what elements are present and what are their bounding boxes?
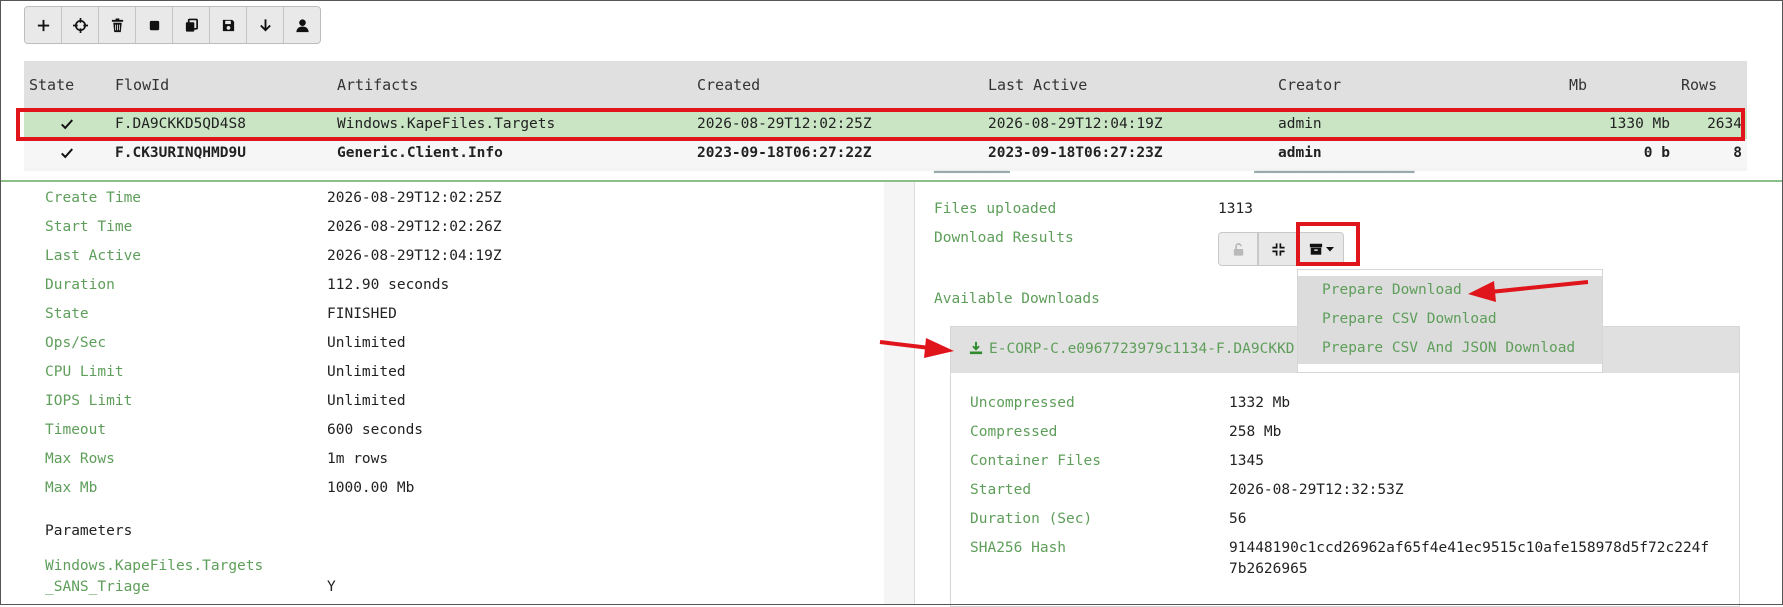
state-check-icon	[60, 146, 74, 164]
table-row[interactable]: F.CK3URINQHMD9U Generic.Client.Info 2023…	[24, 140, 1747, 168]
crosshair-icon	[72, 17, 88, 33]
selected-row-highlight	[16, 108, 1745, 141]
flow-id[interactable]: F.CK3URINQHMD9U	[115, 145, 246, 161]
sha256-label: SHA256 Hash	[970, 540, 1067, 556]
timeout-value: 600 seconds	[327, 422, 424, 438]
column-header-last-active[interactable]: Last Active	[988, 76, 1087, 94]
container-files-value: 1345	[1229, 453, 1264, 469]
flow-artifacts: Generic.Client.Info	[337, 145, 503, 161]
container-files-label: Container Files	[970, 453, 1101, 469]
download-file-link[interactable]: E-CORP-C.e0967723979c1134-F.DA9CKKD	[969, 341, 1295, 357]
uncompressed-label: Uncompressed	[970, 395, 1075, 411]
duration-sec-value: 56	[1229, 511, 1247, 527]
dropdown-button-highlight	[1296, 222, 1360, 266]
parameter-name: _SANS_Triage	[45, 579, 150, 595]
unlock-icon	[1233, 242, 1243, 256]
split-divider[interactable]	[0, 180, 1783, 182]
compress-button[interactable]	[1258, 232, 1298, 266]
ops-label: Ops/Sec	[45, 335, 107, 351]
password-lock-button[interactable]	[1218, 232, 1258, 266]
flow-mb: 0 b	[1643, 145, 1670, 161]
max-mb-value: 1000.00 Mb	[327, 480, 415, 496]
state-label: State	[45, 306, 89, 322]
create-time-label: Create Time	[45, 190, 142, 206]
started-value: 2026-08-29T12:32:53Z	[1229, 482, 1404, 498]
table-header: State FlowId Artifacts Created Last Acti…	[24, 61, 1747, 111]
uncompressed-value: 1332 Mb	[1229, 395, 1291, 411]
column-header-created[interactable]: Created	[697, 76, 760, 94]
duration-value: 112.90 seconds	[327, 277, 450, 293]
flow-creator: admin	[1278, 145, 1322, 161]
column-header-rows[interactable]: Rows	[1681, 76, 1717, 94]
timeout-label: Timeout	[45, 422, 107, 438]
compressed-value: 258 Mb	[1229, 424, 1282, 440]
copy-icon	[185, 18, 198, 32]
cpu-limit-value: Unlimited	[327, 364, 406, 380]
last-active-value: 2026-08-29T12:04:19Z	[327, 248, 502, 264]
parameters-title: Parameters	[45, 523, 133, 539]
flow-toolbar	[24, 6, 321, 44]
duration-sec-label: Duration (Sec)	[970, 511, 1093, 527]
iops-limit-value: Unlimited	[327, 393, 406, 409]
copy-button[interactable]	[173, 7, 210, 43]
compressed-label: Compressed	[970, 424, 1058, 440]
trash-icon	[111, 17, 123, 32]
iops-limit-label: IOPS Limit	[45, 393, 133, 409]
started-label: Started	[970, 482, 1032, 498]
flow-overview-panel	[0, 182, 885, 605]
column-header-mb[interactable]: Mb	[1569, 76, 1587, 94]
sha256-value-line2: 7b2626965	[1229, 561, 1308, 577]
compress-icon	[1271, 242, 1285, 256]
download-file-name: E-CORP-C.e0967723979c1134-F.DA9CKKD	[989, 341, 1295, 357]
download-button[interactable]	[247, 7, 284, 43]
stop-button[interactable]	[136, 7, 173, 43]
column-header-creator[interactable]: Creator	[1278, 76, 1341, 94]
start-time-value: 2026-08-29T12:02:26Z	[327, 219, 502, 235]
duration-label: Duration	[45, 277, 115, 293]
parameter-artifact-name: Windows.KapeFiles.Targets	[45, 558, 264, 574]
annotation-arrow-download-file	[879, 338, 954, 358]
cpu-limit-label: CPU Limit	[45, 364, 124, 380]
state-value: FINISHED	[327, 306, 397, 322]
files-uploaded-label: Files uploaded	[934, 201, 1057, 217]
uploaded-bytes-row-cutoff: ▔▔▔▔▔▔▔▔▔ ▔▔▔▔▔▔▔▔▔▔▔▔▔▔▔▔▔▔▔	[934, 172, 1415, 188]
ops-value: Unlimited	[327, 335, 406, 351]
column-header-artifacts[interactable]: Artifacts	[337, 76, 418, 94]
crosshair-button[interactable]	[62, 7, 99, 43]
menu-item-prepare-csv-download[interactable]: Prepare CSV Download	[1322, 311, 1497, 327]
last-active-label: Last Active	[45, 248, 142, 264]
available-downloads-label: Available Downloads	[934, 291, 1100, 307]
files-uploaded-value: 1313	[1218, 201, 1253, 217]
annotation-arrow-prepare-download	[1468, 280, 1589, 302]
menu-item-prepare-download[interactable]: Prepare Download	[1322, 282, 1462, 298]
flow-last-active: 2023-09-18T06:27:23Z	[988, 145, 1163, 161]
download-results-label: Download Results	[934, 230, 1074, 246]
menu-item-prepare-csv-json-download[interactable]: Prepare CSV And JSON Download	[1322, 340, 1575, 356]
save-icon	[222, 19, 234, 31]
create-time-value: 2026-08-29T12:02:25Z	[327, 190, 502, 206]
download-arrow-icon	[259, 18, 271, 32]
new-collection-button[interactable]	[25, 7, 62, 43]
max-mb-label: Max Mb	[45, 480, 98, 496]
sha256-value-line1: 91448190c1ccd26962af65f4e41ec9515c10afe1…	[1229, 540, 1710, 556]
column-header-flowid[interactable]: FlowId	[115, 76, 169, 94]
add-icon	[37, 19, 49, 31]
flow-rows: 8	[1733, 145, 1742, 161]
start-time-label: Start Time	[45, 219, 133, 235]
max-rows-label: Max Rows	[45, 451, 115, 467]
user-button[interactable]	[284, 7, 320, 43]
parameter-value: Y	[327, 579, 336, 595]
save-button[interactable]	[210, 7, 247, 43]
delete-button[interactable]	[99, 7, 136, 43]
panel-gap	[884, 182, 914, 605]
stop-icon	[149, 20, 159, 30]
max-rows-value: 1m rows	[327, 451, 389, 467]
user-icon	[295, 18, 309, 32]
column-header-state[interactable]: State	[29, 76, 74, 94]
download-icon	[969, 341, 983, 355]
flow-created: 2023-09-18T06:27:22Z	[697, 145, 872, 161]
